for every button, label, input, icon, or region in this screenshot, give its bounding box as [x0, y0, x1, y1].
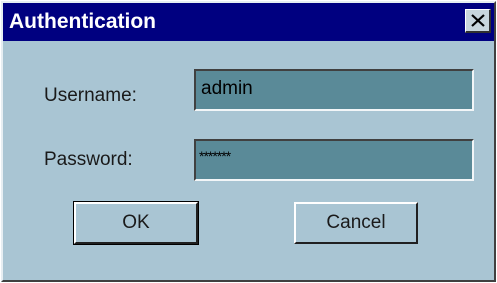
close-button[interactable]	[465, 9, 491, 33]
cancel-button[interactable]: Cancel	[294, 202, 418, 244]
ok-button[interactable]: OK	[73, 201, 199, 245]
password-field[interactable]	[194, 139, 474, 181]
title-bar[interactable]: Authentication	[3, 3, 494, 41]
username-label: Username:	[44, 85, 137, 106]
password-label: Password:	[44, 149, 133, 170]
dialog-title: Authentication	[9, 10, 156, 33]
authentication-dialog: Authentication Username: admin Password:…	[1, 1, 496, 282]
username-field[interactable]	[194, 69, 474, 111]
close-icon	[471, 14, 485, 27]
